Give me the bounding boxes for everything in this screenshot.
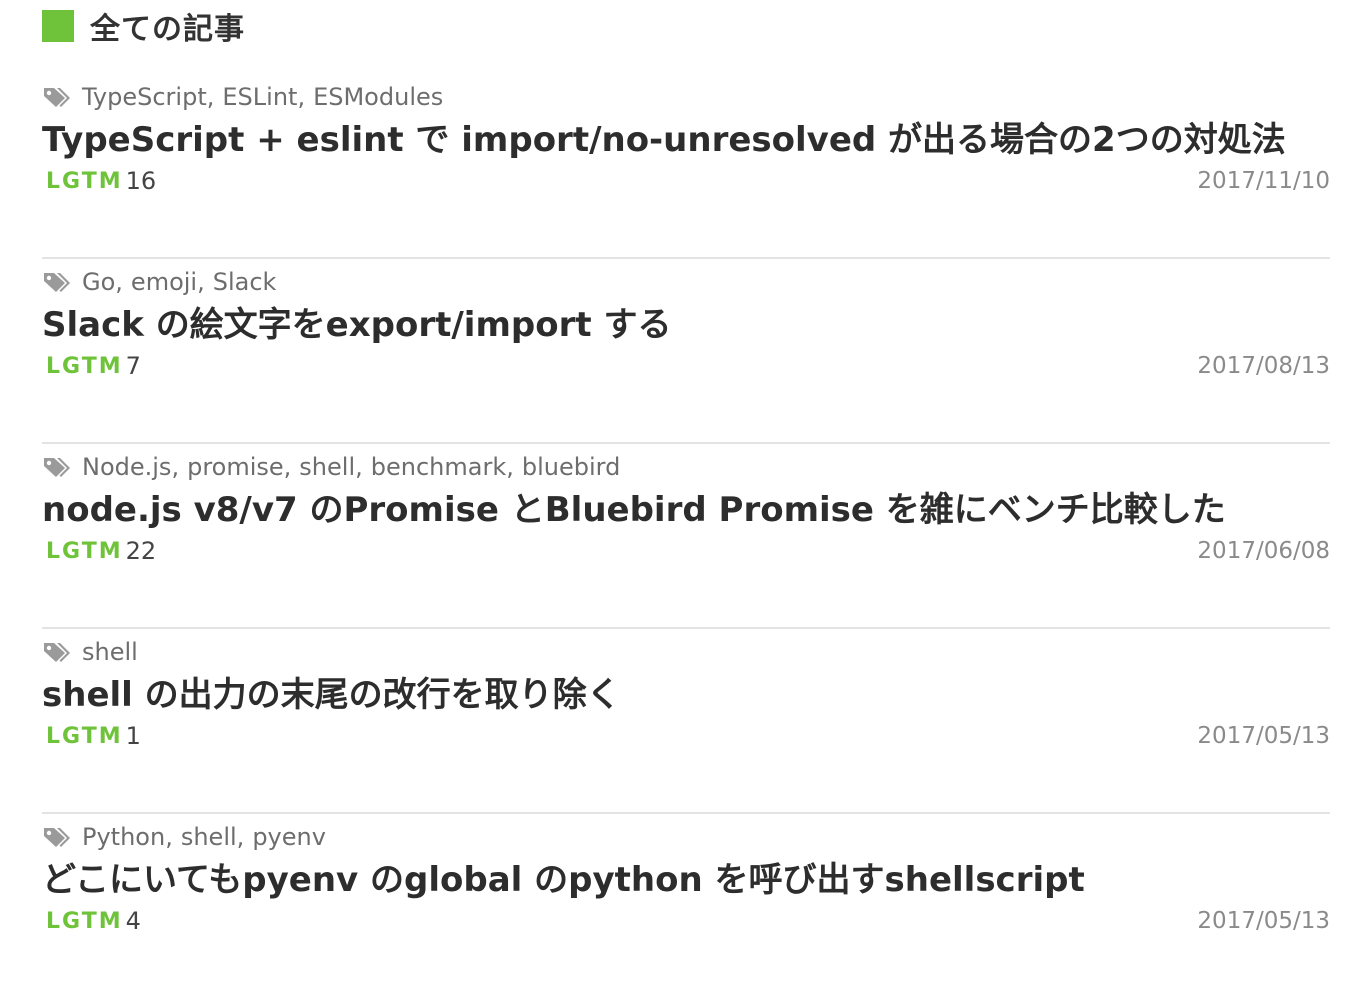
article-meta: LGTM 7 2017/08/13 (42, 351, 1330, 381)
tags-icon (44, 458, 70, 477)
tag-link[interactable]: Go (82, 268, 115, 296)
article-tags: shell (42, 637, 138, 667)
article-item: Node.js, promise, shell, benchmark, blue… (42, 444, 1330, 629)
tag-separator: , (165, 823, 173, 851)
lgtm-count: 22 (125, 537, 157, 565)
lgtm-label: LGTM (46, 908, 123, 934)
tag-link[interactable]: TypeScript (82, 83, 207, 111)
article-date: 2017/05/13 (1197, 723, 1330, 749)
article-list: TypeScript, ESLint, ESModules TypeScript… (42, 74, 1330, 999)
tag-link[interactable]: shell (299, 453, 355, 481)
article-title-link[interactable]: Slack の絵文字をexport/import する (42, 303, 671, 347)
article-date: 2017/06/08 (1197, 538, 1330, 564)
tag-separator: , (297, 83, 306, 111)
article-item: Python, shell, pyenv どこにいてもpyenv のglobal… (42, 814, 1330, 999)
lgtm-label: LGTM (46, 538, 123, 564)
tag-separator: , (115, 268, 123, 296)
lgtm-label: LGTM (46, 353, 123, 379)
tags-icon (44, 273, 70, 292)
tag-link[interactable]: ESModules (313, 83, 443, 111)
tag-link[interactable]: Slack (213, 268, 277, 296)
tag-link[interactable]: benchmark (371, 453, 506, 481)
article-tags: Python, shell, pyenv (42, 822, 326, 852)
tag-separator: , (197, 268, 205, 296)
article-tags: TypeScript, ESLint, ESModules (42, 82, 443, 112)
article-tags: Node.js, promise, shell, benchmark, blue… (42, 452, 620, 482)
tag-separator: , (236, 823, 245, 851)
article-title-link[interactable]: どこにいてもpyenv のglobal のpython を呼び出すshellsc… (42, 858, 1085, 902)
section-header: 全ての記事 (42, 0, 1330, 52)
lgtm-count: 4 (125, 907, 141, 935)
article-meta: LGTM 1 2017/05/13 (42, 721, 1330, 751)
lgtm-label: LGTM (46, 168, 123, 194)
tag-link[interactable]: bluebird (522, 453, 620, 481)
article-date: 2017/11/10 (1197, 168, 1330, 194)
article-title-link[interactable]: node.js v8/v7 のPromise とBluebird Promise… (42, 488, 1226, 532)
tag-link[interactable]: emoji (131, 268, 197, 296)
lgtm-count: 1 (125, 722, 141, 750)
lgtm-count: 16 (125, 167, 157, 195)
tag-link[interactable]: pyenv (252, 823, 326, 851)
article-item: TypeScript, ESLint, ESModules TypeScript… (42, 74, 1330, 259)
tag-separator: , (355, 453, 363, 481)
tag-separator: , (171, 453, 180, 481)
tag-link[interactable]: Python (82, 823, 165, 851)
article-meta: LGTM 4 2017/05/13 (42, 906, 1330, 936)
tag-separator: , (283, 453, 292, 481)
tag-link[interactable]: promise (187, 453, 284, 481)
tag-separator: , (206, 83, 215, 111)
tag-link[interactable]: ESLint (222, 83, 297, 111)
article-item: shell shell の出力の末尾の改行を取り除く LGTM 1 2017/0… (42, 629, 1330, 814)
tag-link[interactable]: shell (82, 638, 138, 666)
lgtm-count: 7 (125, 352, 141, 380)
article-meta: LGTM 16 2017/11/10 (42, 166, 1330, 196)
section-marker-icon (42, 10, 74, 42)
tags-icon (44, 88, 70, 107)
tags-icon (44, 643, 70, 662)
tag-separator: , (506, 453, 514, 481)
article-item: Go, emoji, Slack Slack の絵文字をexport/impor… (42, 259, 1330, 444)
article-date: 2017/08/13 (1197, 353, 1330, 379)
article-date: 2017/05/13 (1197, 908, 1330, 934)
article-title-link[interactable]: TypeScript + eslint で import/no-unresolv… (42, 118, 1286, 162)
article-title-link[interactable]: shell の出力の末尾の改行を取り除く (42, 673, 621, 717)
tag-link[interactable]: Node.js (82, 453, 171, 481)
article-tags: Go, emoji, Slack (42, 267, 276, 297)
section-title: 全ての記事 (90, 12, 245, 47)
tags-icon (44, 828, 70, 847)
tag-link[interactable]: shell (181, 823, 237, 851)
lgtm-label: LGTM (46, 723, 123, 749)
article-meta: LGTM 22 2017/06/08 (42, 536, 1330, 566)
articles-section: 全ての記事 TypeScript, ESLint, ESModules Type… (42, 0, 1330, 999)
